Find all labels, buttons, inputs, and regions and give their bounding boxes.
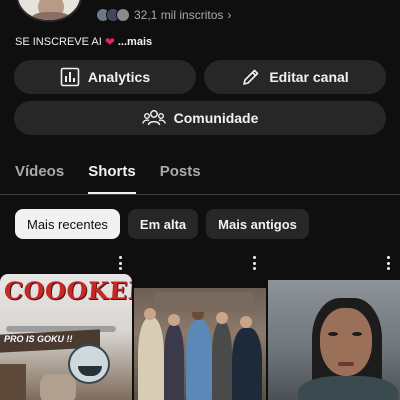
tab-videos[interactable]: Vídeos (15, 162, 64, 194)
short-item[interactable]: COOOKED !! PRO IS GOKU !! (0, 252, 132, 400)
thumbnail-eye (352, 332, 362, 336)
short-thumbnail[interactable] (268, 280, 400, 400)
crowd-person (212, 322, 232, 400)
crowd-background (154, 292, 254, 312)
more-vertical-icon[interactable] (118, 256, 122, 270)
subscriber-count: 32,1 mil inscritos (134, 8, 224, 22)
tab-posts[interactable]: Posts (160, 162, 201, 194)
short-thumbnail[interactable]: COOOKED !! PRO IS GOKU !! (0, 274, 132, 400)
pencil-icon (241, 67, 261, 87)
community-label: Comunidade (173, 110, 259, 126)
crowd-person (186, 320, 212, 400)
thumbnail-face (68, 344, 110, 384)
people-icon (141, 108, 166, 128)
sort-chips: Mais recentes Em alta Mais antigos (15, 209, 309, 239)
chevron-right-icon: › (227, 8, 232, 22)
subscriber-avatar (116, 8, 130, 22)
thumbnail-wall (0, 364, 26, 400)
chip-most-recent[interactable]: Mais recentes (15, 209, 120, 239)
thumbnail-title: COOOKED !! (2, 276, 132, 305)
crowd-head (168, 314, 180, 326)
description-more-link[interactable]: ...mais (118, 36, 152, 48)
analytics-button[interactable]: Analytics (14, 60, 196, 94)
edit-channel-label: Editar canal (269, 69, 349, 85)
channel-description[interactable]: SE INSCREVE AI ❤ ...mais (15, 35, 152, 49)
subscribers-row[interactable]: 32,1 mil inscritos › (96, 6, 231, 24)
channel-tabs: Vídeos Shorts Posts (15, 162, 225, 194)
crowd-person (232, 328, 262, 400)
analytics-label: Analytics (87, 69, 151, 85)
crowd-head (240, 316, 252, 328)
chip-trending[interactable]: Em alta (127, 209, 199, 239)
thumbnail-mouth (338, 362, 354, 366)
chip-oldest[interactable]: Mais antigos (206, 209, 309, 239)
subscriber-avatars (96, 8, 130, 22)
short-item[interactable] (268, 252, 400, 400)
crowd-person (164, 324, 184, 400)
tabs-divider (0, 194, 400, 195)
description-text: SE INSCREVE AI (15, 36, 102, 48)
heart-icon: ❤ (104, 35, 115, 49)
crowd-person (138, 318, 164, 400)
short-thumbnail[interactable] (134, 288, 266, 400)
avatar-shirt (30, 12, 72, 20)
channel-avatar[interactable] (16, 0, 82, 22)
edit-channel-button[interactable]: Editar canal (204, 60, 386, 94)
more-vertical-icon[interactable] (386, 256, 390, 270)
thumbnail-eye (328, 332, 338, 336)
bar-chart-icon (60, 67, 80, 87)
short-item[interactable] (134, 252, 266, 400)
shorts-grid: COOOKED !! PRO IS GOKU !! (0, 252, 400, 400)
more-vertical-icon[interactable] (252, 256, 256, 270)
tab-shorts[interactable]: Shorts (88, 162, 136, 194)
thumbnail-body (298, 376, 398, 400)
crowd-head (216, 312, 228, 324)
community-button[interactable]: Comunidade (14, 101, 386, 135)
thumbnail-subtitle: PRO IS GOKU !! (4, 334, 73, 344)
thumbnail-hand (40, 374, 76, 400)
